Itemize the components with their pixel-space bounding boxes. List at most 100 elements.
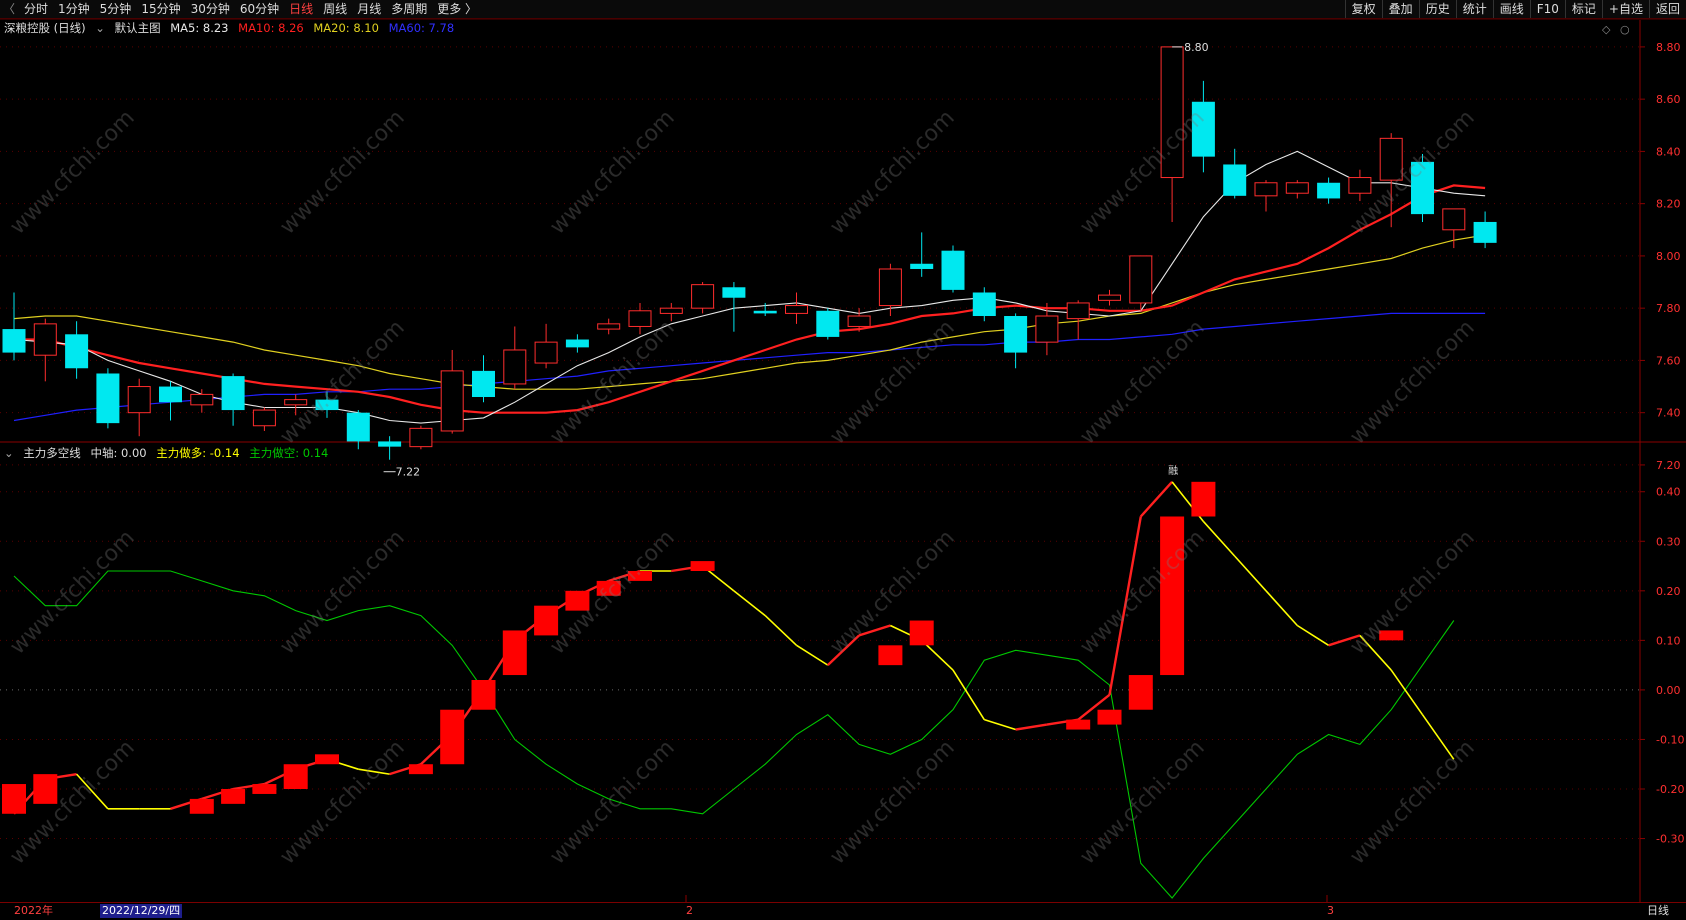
- candle-body: [1191, 101, 1215, 157]
- candle-body: [159, 386, 182, 403]
- long-bar: [283, 764, 308, 789]
- month-3-label: 3: [1327, 904, 1334, 917]
- y-tick-label: -0.30: [1656, 833, 1684, 846]
- long-line-segment: [1421, 714, 1455, 760]
- candle-body: [284, 399, 308, 406]
- candle-body: [127, 386, 151, 414]
- long-bar: [628, 571, 652, 581]
- long-bar: [502, 630, 527, 676]
- long-bar: [878, 645, 903, 666]
- candle-body: [96, 373, 120, 424]
- high-price-label: 8.80: [1184, 41, 1209, 54]
- y-tick-label: 8.20: [1656, 198, 1681, 211]
- candle-body: [1285, 182, 1309, 194]
- y-tick-label: 0.40: [1656, 486, 1681, 499]
- candle-body: [409, 427, 433, 448]
- long-line-segment: [984, 718, 1016, 731]
- candle-body: [628, 310, 652, 327]
- diamond-icon: ◇: [1602, 23, 1611, 36]
- candle-body: [378, 441, 402, 447]
- candle-body: [847, 315, 871, 327]
- candle-body: [816, 310, 840, 337]
- candle-body: [1379, 137, 1403, 181]
- long-bar: [1379, 630, 1404, 641]
- long-line-segment: [1108, 516, 1142, 696]
- long-bar: [408, 764, 433, 775]
- short-line: [13, 570, 1455, 899]
- long-bar: [1128, 675, 1153, 710]
- candle-body: [534, 341, 558, 364]
- candle-body: [691, 284, 715, 309]
- y-tick-label: 8.60: [1656, 93, 1681, 106]
- candle-body: [65, 334, 89, 369]
- long-bar: [909, 620, 934, 646]
- candle-body: [1348, 177, 1372, 194]
- candle-body: [597, 323, 621, 330]
- ma20-line: [13, 234, 1486, 390]
- circle-icon: ○: [1620, 23, 1630, 36]
- candle-body: [346, 412, 370, 442]
- kline-chart[interactable]: 7.20 7.40 7.60 7.80 8.00 8.20 8.40 8.60 8.80 8.80…: [0, 0, 1686, 919]
- long-bar: [596, 580, 621, 596]
- long-bar: [440, 709, 465, 765]
- long-line-segment: [358, 768, 390, 775]
- long-line-segment: [796, 644, 829, 666]
- long-line-segment: [76, 773, 109, 810]
- y-tick-label: 7.80: [1656, 302, 1681, 315]
- selected-date: 2022/12/29/四: [100, 904, 183, 918]
- candle-body: [472, 370, 495, 398]
- long-line-segment: [1265, 590, 1298, 627]
- long-bar: [1066, 719, 1091, 730]
- long-bar: [221, 789, 246, 804]
- candle-body: [910, 263, 934, 269]
- long-bar: [252, 784, 277, 794]
- y-tick-label: 8.80: [1656, 41, 1681, 54]
- long-bar: [690, 561, 715, 571]
- candle-body: [753, 310, 777, 314]
- y-tick-label: 0.20: [1656, 585, 1681, 598]
- candle-body: [33, 323, 57, 356]
- long-bar: [1191, 481, 1216, 517]
- long-line-segment: [1296, 624, 1330, 646]
- candle-body: [565, 339, 589, 348]
- event-marker: 融: [1168, 465, 1178, 477]
- candle-body: [2, 329, 26, 353]
- y-tick-label: 7.60: [1656, 354, 1681, 367]
- long-line-segment: [1202, 520, 1236, 557]
- long-bar: [315, 754, 339, 765]
- long-line-segment: [858, 624, 891, 637]
- long-line-segment: [952, 669, 985, 721]
- month-2-label: 2: [686, 904, 693, 917]
- long-line-segment: [1139, 481, 1173, 518]
- long-line-segment: [733, 590, 766, 617]
- long-bar: [565, 590, 590, 611]
- candle-body: [1066, 302, 1090, 320]
- candle-body: [1223, 164, 1247, 196]
- long-line-segment: [1390, 669, 1424, 716]
- long-bar: [2, 784, 26, 814]
- long-bar: [1097, 709, 1122, 725]
- long-line-segment: [1328, 634, 1361, 647]
- y-tick-label: 8.40: [1656, 145, 1681, 158]
- candle-body: [972, 292, 996, 317]
- y-tick-label: -0.20: [1656, 783, 1684, 796]
- y-tick-label: 0.00: [1656, 684, 1681, 697]
- candle-body: [1129, 255, 1153, 304]
- long-line-segment: [826, 634, 860, 667]
- candle-body: [1442, 208, 1466, 231]
- candle-body: [1098, 294, 1121, 301]
- candle-body: [941, 250, 965, 290]
- candle-body: [659, 307, 683, 314]
- year-label: 2022年: [14, 904, 53, 917]
- candle-body: [1035, 315, 1059, 343]
- candle-body: [785, 305, 808, 314]
- long-bar: [1160, 516, 1185, 676]
- candle-body: [722, 287, 746, 298]
- candle-body: [1254, 182, 1278, 197]
- candle-body: [1411, 161, 1434, 215]
- candle-body: [503, 349, 527, 385]
- long-line-segment: [1015, 723, 1048, 731]
- candle-body: [190, 393, 214, 406]
- y-tick-label: -0.10: [1656, 733, 1684, 746]
- low-price-label: 7.22: [396, 466, 421, 479]
